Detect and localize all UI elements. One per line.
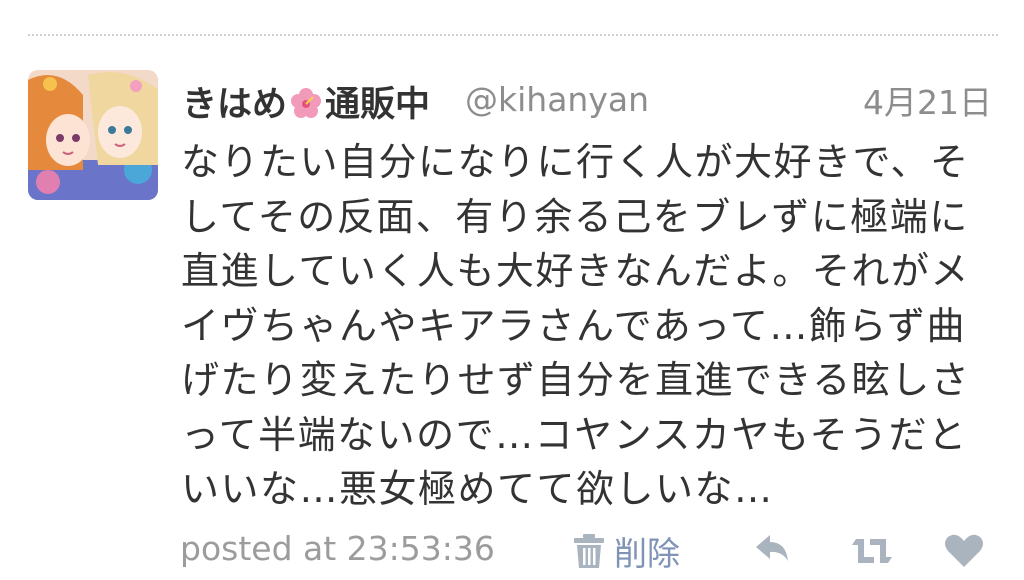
reply-button[interactable] <box>752 531 796 571</box>
tweet-date[interactable]: 4月21日 <box>863 76 992 124</box>
retweet-button[interactable] <box>850 531 894 571</box>
delete-button[interactable]: 削除 <box>572 529 680 573</box>
favorite-button[interactable] <box>942 531 986 571</box>
display-name[interactable]: きはめ 通販中 <box>182 76 430 127</box>
avatar[interactable] <box>28 70 158 200</box>
display-name-suffix: 通販中 <box>325 85 431 125</box>
dotted-divider <box>28 34 998 36</box>
tweet-body: なりたい自分になりに行く人が大好きで、そ してその反面、有り余る己をブレずに極端… <box>181 140 971 511</box>
hibiscus-icon <box>289 86 323 120</box>
tweet-header: きはめ 通販中 @kihanyan 4月21日 <box>182 70 992 125</box>
heart-icon <box>945 534 983 567</box>
reply-icon <box>756 535 788 561</box>
posted-at: posted at 23:53:36 <box>180 529 495 568</box>
trash-icon <box>572 532 606 570</box>
display-name-text: きはめ <box>182 85 288 125</box>
avatar-illustration <box>28 70 158 200</box>
retweet-icon <box>852 539 892 563</box>
tweet-footer: posted at 23:53:36 削除 <box>180 525 1000 575</box>
delete-label: 削除 <box>614 534 680 573</box>
user-handle[interactable]: @kihanyan <box>465 80 649 119</box>
